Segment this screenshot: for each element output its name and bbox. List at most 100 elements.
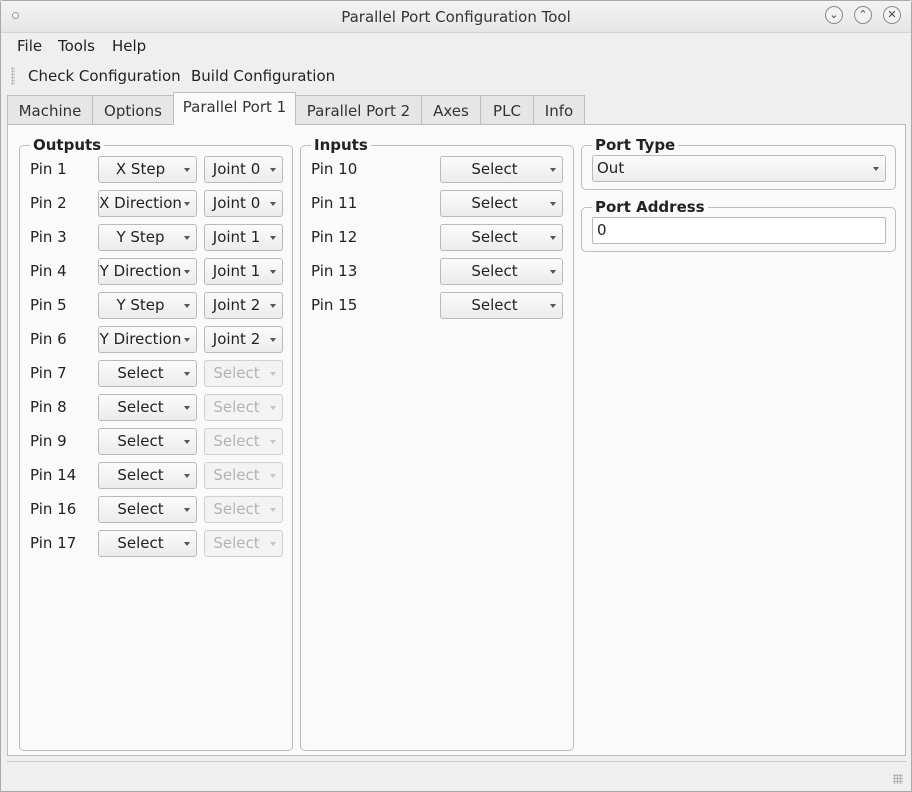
tab-machine[interactable]: Machine [7, 95, 93, 125]
output-joint-select-value: Joint 2 [212, 330, 261, 348]
input-function-select[interactable]: Select [440, 156, 563, 183]
menu-help[interactable]: Help [112, 37, 146, 55]
output-joint-select[interactable]: Joint 1 [204, 224, 283, 251]
dropdown-arrow-icon [270, 236, 276, 240]
dropdown-arrow-icon [270, 202, 276, 206]
port-type-value: Out [597, 159, 625, 177]
maximize-icon[interactable]: ⌃ [854, 6, 872, 24]
toolbar: Check Configuration Build Configuration [1, 61, 911, 91]
output-function-select-value: X Step [115, 160, 166, 178]
minimize-icon[interactable]: ⌄ [825, 6, 843, 24]
menu-file[interactable]: File [17, 37, 42, 55]
title-bar[interactable]: Parallel Port Configuration Tool ⌄ ⌃ ✕ [1, 1, 911, 33]
dropdown-arrow-icon [184, 406, 190, 410]
input-function-select[interactable]: Select [440, 292, 563, 319]
dropdown-arrow-icon [184, 508, 190, 512]
dropdown-arrow-icon [184, 474, 190, 478]
output-function-select[interactable]: Y Direction [98, 326, 197, 353]
output-function-select[interactable]: Select [98, 428, 197, 455]
check-configuration-button[interactable]: Check Configuration [28, 67, 181, 85]
output-function-select[interactable]: Select [98, 360, 197, 387]
dropdown-arrow-icon [184, 440, 190, 444]
dropdown-arrow-icon [184, 236, 190, 240]
output-function-select[interactable]: Y Direction [98, 258, 197, 285]
output-joint-select-value: Joint 1 [212, 228, 261, 246]
inputs-title: Inputs [311, 136, 371, 154]
dropdown-arrow-icon [184, 338, 190, 342]
output-function-select[interactable]: Select [98, 462, 197, 489]
dropdown-arrow-icon [270, 168, 276, 172]
output-joint-select-value: Select [213, 534, 260, 552]
input-function-select-value: Select [471, 262, 518, 280]
output-pin-label: Pin 14 [30, 466, 77, 484]
output-function-select-value: Select [117, 534, 164, 552]
size-grip-icon[interactable] [893, 774, 903, 784]
tab-axes[interactable]: Axes [421, 95, 481, 125]
output-pin-label: Pin 6 [30, 330, 67, 348]
tab-options[interactable]: Options [92, 95, 174, 125]
dropdown-arrow-icon [184, 542, 190, 546]
output-function-select[interactable]: X Step [98, 156, 197, 183]
tab-plc[interactable]: PLC [480, 95, 534, 125]
output-joint-select: Select [204, 394, 283, 421]
dropdown-arrow-icon [270, 304, 276, 308]
tab-parallel-port-1[interactable]: Parallel Port 1 [173, 92, 296, 125]
output-function-select-value: Y Step [116, 296, 165, 314]
output-joint-select-value: Select [213, 466, 260, 484]
tab-info[interactable]: Info [533, 95, 585, 125]
output-pin-label: Pin 3 [30, 228, 67, 246]
dropdown-arrow-icon [270, 338, 276, 342]
output-joint-select: Select [204, 462, 283, 489]
menu-tools[interactable]: Tools [58, 37, 95, 55]
output-joint-select[interactable]: Joint 0 [204, 190, 283, 217]
output-function-select-value: Select [117, 364, 164, 382]
dropdown-arrow-icon [270, 508, 276, 512]
toolbar-grip-icon[interactable] [11, 67, 15, 85]
output-joint-select[interactable]: Joint 2 [204, 292, 283, 319]
output-pin-label: Pin 5 [30, 296, 67, 314]
output-function-select[interactable]: Select [98, 496, 197, 523]
dropdown-arrow-icon [184, 202, 190, 206]
input-pin-label: Pin 15 [311, 296, 358, 314]
output-function-select[interactable]: Y Step [98, 292, 197, 319]
output-joint-select: Select [204, 428, 283, 455]
input-pin-label: Pin 10 [311, 160, 358, 178]
dropdown-arrow-icon [270, 406, 276, 410]
output-joint-select-value: Joint 0 [212, 194, 261, 212]
window-title: Parallel Port Configuration Tool [341, 8, 571, 26]
output-function-select-value: Y Direction [99, 262, 182, 280]
port-address-group: Port Address 0 [581, 198, 896, 252]
output-function-select-value: Select [117, 500, 164, 518]
output-joint-select[interactable]: Joint 2 [204, 326, 283, 353]
input-function-select-value: Select [471, 296, 518, 314]
input-pin-label: Pin 11 [311, 194, 358, 212]
port-type-select[interactable]: Out [592, 155, 886, 182]
output-function-select-value: Y Step [116, 228, 165, 246]
app-window: Parallel Port Configuration Tool ⌄ ⌃ ✕ F… [0, 0, 912, 792]
input-function-select[interactable]: Select [440, 258, 563, 285]
dropdown-arrow-icon [184, 372, 190, 376]
output-joint-select[interactable]: Joint 1 [204, 258, 283, 285]
output-joint-select[interactable]: Joint 0 [204, 156, 283, 183]
inputs-group: Inputs Pin 10 Select Pin 11 Select Pin 12 Sel… [300, 136, 574, 751]
output-function-select-value: Y Direction [99, 330, 182, 348]
dropdown-arrow-icon [270, 474, 276, 478]
output-pin-label: Pin 4 [30, 262, 67, 280]
close-icon[interactable]: ✕ [883, 6, 901, 24]
output-function-select[interactable]: Select [98, 530, 197, 557]
output-function-select-value: X Direction [99, 194, 182, 212]
tab-parallel-port-2[interactable]: Parallel Port 2 [295, 95, 422, 125]
output-function-select[interactable]: X Direction [98, 190, 197, 217]
output-joint-select: Select [204, 360, 283, 387]
build-configuration-button[interactable]: Build Configuration [191, 67, 335, 85]
dropdown-arrow-icon [873, 167, 879, 171]
output-function-select[interactable]: Select [98, 394, 197, 421]
input-function-select[interactable]: Select [440, 224, 563, 251]
output-function-select-value: Select [117, 398, 164, 416]
port-address-input[interactable]: 0 [592, 217, 886, 244]
outputs-title: Outputs [30, 136, 105, 154]
dropdown-arrow-icon [270, 270, 276, 274]
output-function-select[interactable]: Y Step [98, 224, 197, 251]
input-function-select-value: Select [471, 228, 518, 246]
input-function-select[interactable]: Select [440, 190, 563, 217]
